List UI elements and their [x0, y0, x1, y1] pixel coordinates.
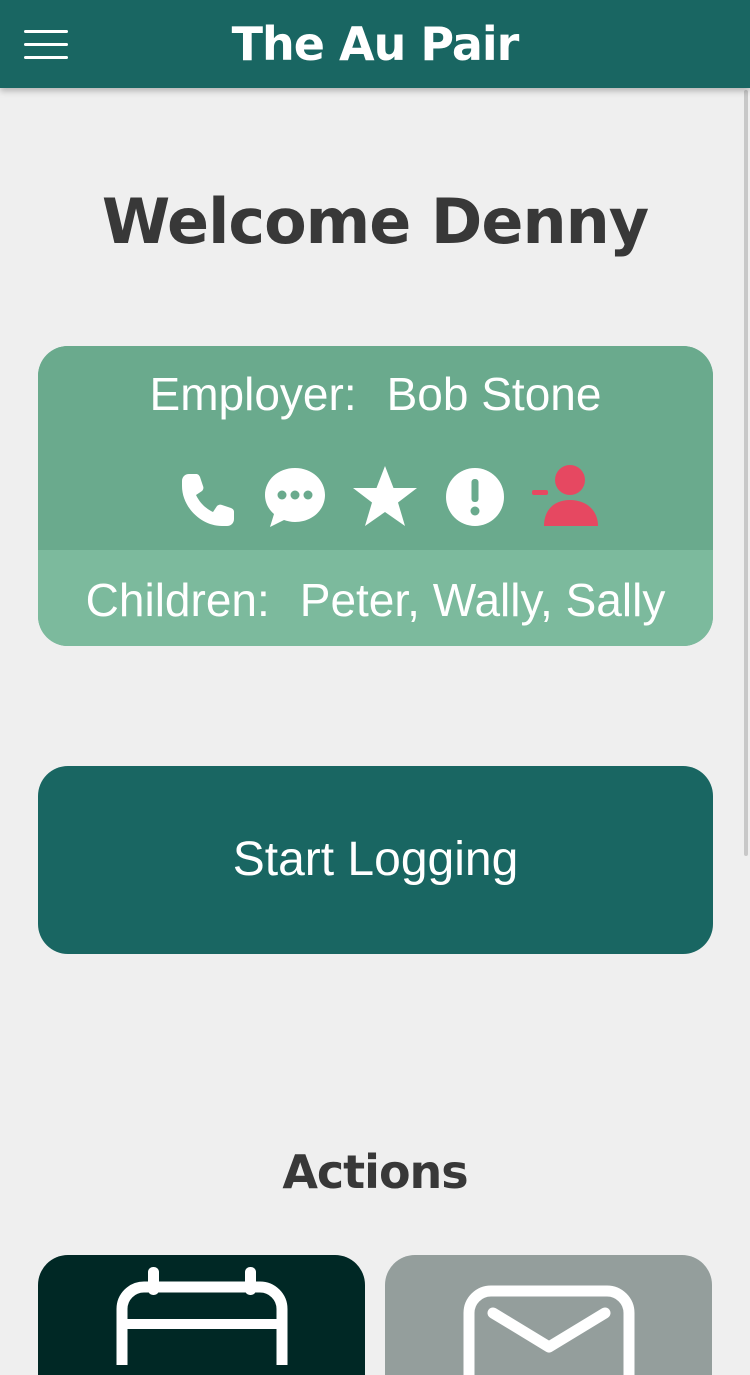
app-title: The Au Pair — [231, 17, 520, 71]
star-icon[interactable] — [350, 462, 420, 532]
mail-icon — [463, 1285, 635, 1375]
app-bar: The Au Pair — [0, 0, 750, 88]
calendar-tile[interactable] — [38, 1255, 365, 1375]
actions-heading: Actions — [282, 1145, 468, 1199]
start-logging-button[interactable]: Start Logging — [38, 766, 713, 954]
children-row: Children: Peter, Wally, Sally — [38, 572, 713, 628]
calendar-icon — [116, 1267, 288, 1365]
alert-icon[interactable] — [440, 462, 510, 532]
children-label: Children: — [85, 574, 270, 626]
employer-label: Employer: — [149, 368, 357, 420]
chat-icon[interactable] — [260, 462, 330, 532]
phone-icon[interactable] — [170, 462, 240, 532]
welcome-heading: Welcome Denny — [101, 185, 649, 258]
contact-actions — [38, 462, 713, 532]
mail-tile[interactable] — [385, 1255, 712, 1375]
children-section: Children: Peter, Wally, Sally — [38, 550, 713, 646]
employer-row: Employer: Bob Stone — [38, 366, 713, 422]
employer-name: Bob Stone — [386, 368, 602, 420]
employer-section: Employer: Bob Stone — [38, 346, 713, 550]
remove-user-icon[interactable] — [530, 462, 600, 532]
family-card: Employer: Bob Stone Children: Peter, Wal… — [38, 346, 713, 646]
children-names: Peter, Wally, Sally — [299, 574, 666, 626]
